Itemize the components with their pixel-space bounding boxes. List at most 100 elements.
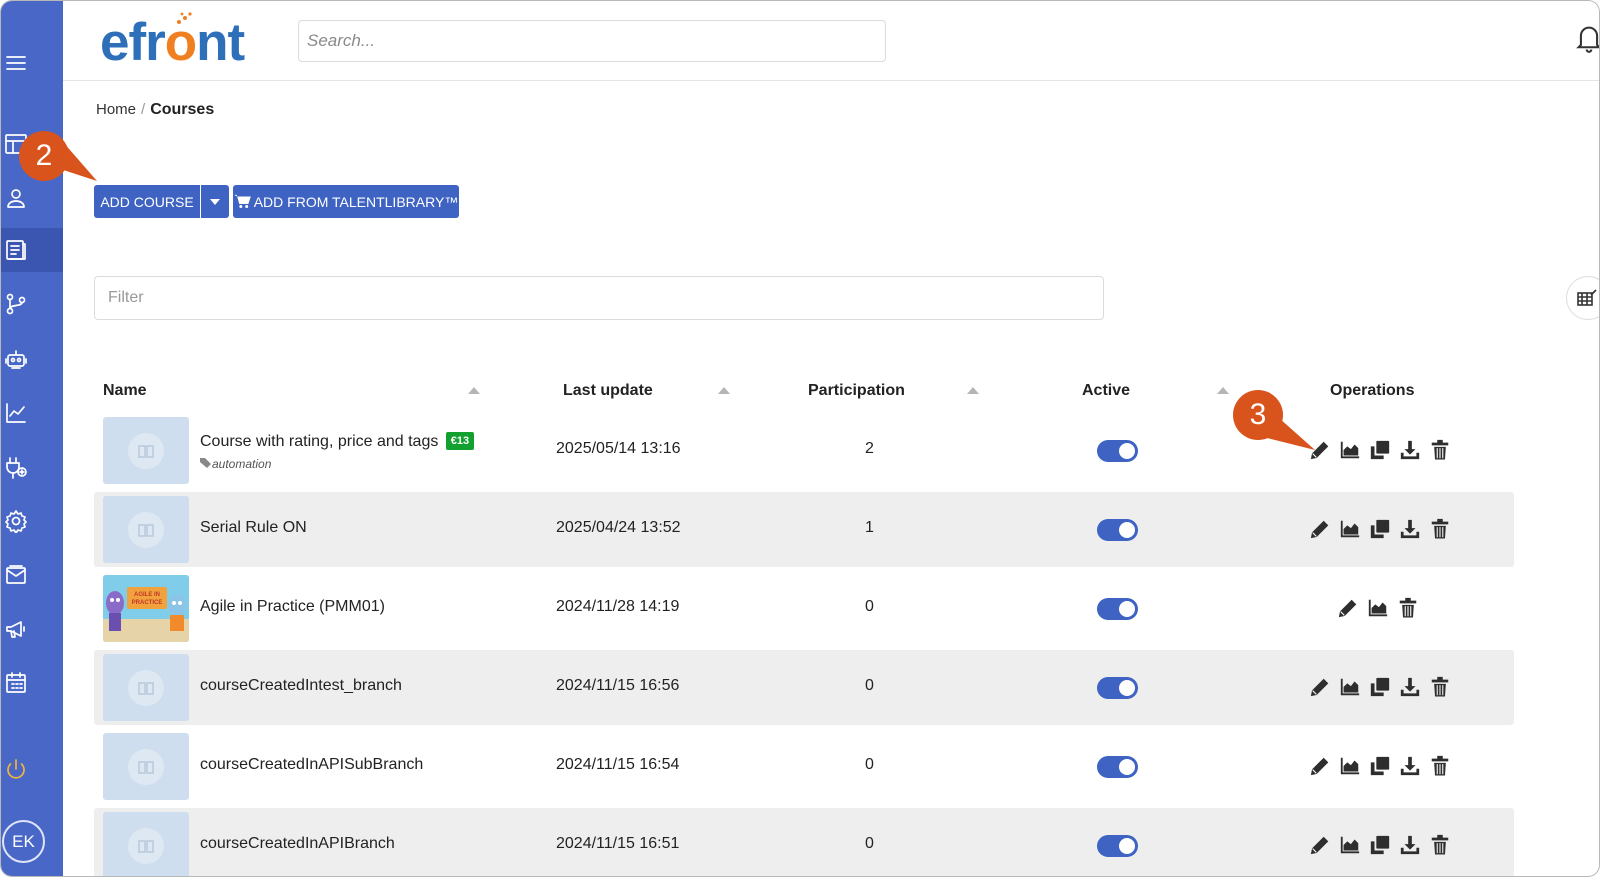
column-header-active[interactable]: Active: [1082, 382, 1130, 400]
active-toggle[interactable]: [1097, 835, 1138, 857]
course-thumbnail[interactable]: [103, 733, 189, 800]
export-button[interactable]: [1398, 515, 1422, 543]
table-row: AGILE IN PRACTICE Agile in Practice (PMM…: [94, 571, 1514, 646]
course-participation: 0: [865, 835, 874, 852]
courses-icon: [6, 240, 26, 260]
edit-button[interactable]: [1308, 515, 1332, 543]
pencil-icon: [1310, 678, 1329, 697]
copy-button[interactable]: [1368, 515, 1392, 543]
sidebar-item-branches[interactable]: [1, 282, 63, 326]
copy-button[interactable]: [1368, 673, 1392, 701]
course-thumbnail[interactable]: [103, 654, 189, 721]
course-name[interactable]: Course with rating, price and tags €13: [200, 432, 475, 451]
course-thumbnail[interactable]: AGILE IN PRACTICE: [103, 575, 189, 642]
delete-button[interactable]: [1428, 515, 1452, 543]
add-course-dropdown-button[interactable]: [201, 185, 229, 218]
course-name[interactable]: Agile in Practice (PMM01): [200, 598, 385, 616]
sort-participation-icon[interactable]: [967, 387, 979, 394]
book-placeholder-icon: [138, 760, 154, 774]
export-button[interactable]: [1398, 673, 1422, 701]
delete-button[interactable]: [1428, 752, 1452, 780]
reports-button[interactable]: [1338, 831, 1362, 859]
logo-text-end: nt: [196, 13, 245, 72]
course-filter-input[interactable]: [94, 276, 1104, 320]
active-toggle[interactable]: [1097, 598, 1138, 620]
column-header-name[interactable]: Name: [103, 382, 147, 400]
sidebar-item-automations[interactable]: [1, 337, 63, 381]
table-columns-toggle[interactable]: [1566, 276, 1599, 320]
copy-button[interactable]: [1368, 436, 1392, 464]
course-tag[interactable]: automation: [200, 457, 271, 471]
agile-course-image: AGILE IN PRACTICE: [103, 575, 189, 642]
notifications-button[interactable]: [1575, 23, 1599, 53]
book-placeholder-icon: [138, 681, 154, 695]
course-thumbnail[interactable]: [103, 812, 189, 876]
global-search-input[interactable]: [298, 20, 886, 62]
sidebar-item-messages[interactable]: [1, 553, 63, 597]
logout-button[interactable]: [1, 747, 63, 791]
copy-button[interactable]: [1368, 752, 1392, 780]
breadcrumb-home[interactable]: Home: [96, 101, 136, 118]
avatar[interactable]: EK: [2, 820, 45, 863]
sidebar-item-calendar[interactable]: [1, 661, 63, 705]
column-header-last-update[interactable]: Last update: [563, 382, 653, 400]
edit-button[interactable]: [1308, 831, 1332, 859]
delete-button[interactable]: [1396, 594, 1420, 622]
course-last-update: 2024/11/15 16:56: [556, 677, 680, 694]
copy-button[interactable]: [1368, 831, 1392, 859]
course-thumbnail[interactable]: [103, 496, 189, 563]
export-button[interactable]: [1398, 831, 1422, 859]
active-toggle[interactable]: [1097, 756, 1138, 778]
course-last-update: 2024/11/28 14:19: [556, 598, 680, 615]
cart-icon: [233, 194, 251, 208]
sort-last-update-icon[interactable]: [718, 387, 730, 394]
table-row: courseCreatedIntest_branch 2024/11/15 16…: [94, 650, 1514, 725]
export-button[interactable]: [1398, 752, 1422, 780]
price-badge: €13: [445, 432, 475, 450]
active-toggle[interactable]: [1097, 440, 1138, 462]
add-from-talentlibrary-button[interactable]: ADD FROM TALENTLIBRARY™: [233, 185, 459, 218]
course-name[interactable]: Serial Rule ON: [200, 519, 307, 537]
menu-toggle-button[interactable]: [1, 41, 63, 85]
delete-button[interactable]: [1428, 436, 1452, 464]
active-toggle[interactable]: [1097, 677, 1138, 699]
column-header-participation[interactable]: Participation: [808, 382, 905, 400]
pencil-icon: [1310, 520, 1329, 539]
course-name[interactable]: courseCreatedIntest_branch: [200, 677, 402, 695]
edit-button[interactable]: [1308, 752, 1332, 780]
sort-name-icon[interactable]: [468, 387, 480, 394]
copy-icon: [1370, 835, 1390, 855]
delete-button[interactable]: [1428, 831, 1452, 859]
announcements-icon: [6, 621, 25, 638]
efront-logo[interactable]: efro nt: [100, 12, 245, 73]
reports-button[interactable]: [1338, 436, 1362, 464]
trash-icon: [1431, 676, 1449, 698]
reports-button[interactable]: [1338, 752, 1362, 780]
reports-button[interactable]: [1338, 673, 1362, 701]
course-name[interactable]: courseCreatedInAPIBranch: [200, 835, 395, 853]
pencil-icon: [1310, 836, 1329, 855]
sort-active-icon[interactable]: [1217, 387, 1229, 394]
sidebar-item-settings[interactable]: [1, 499, 63, 543]
delete-button[interactable]: [1428, 673, 1452, 701]
course-participation: 0: [865, 677, 874, 694]
sidebar-item-announcements[interactable]: [1, 607, 63, 651]
sidebar-item-courses[interactable]: [1, 228, 63, 272]
copy-icon: [1370, 440, 1390, 460]
branches-icon: [6, 293, 26, 315]
breadcrumb-current: Courses: [150, 101, 215, 118]
active-toggle[interactable]: [1097, 519, 1138, 541]
reports-button[interactable]: [1338, 515, 1362, 543]
course-name[interactable]: courseCreatedInAPISubBranch: [200, 756, 423, 774]
tag-icon: [200, 458, 211, 468]
logo-dots-icon: [176, 12, 192, 24]
reports-button[interactable]: [1366, 594, 1390, 622]
copy-icon: [1370, 519, 1390, 539]
export-button[interactable]: [1398, 436, 1422, 464]
edit-button[interactable]: [1308, 673, 1332, 701]
edit-button[interactable]: [1336, 594, 1360, 622]
add-course-button[interactable]: ADD COURSE: [94, 185, 200, 218]
sidebar-item-plugins[interactable]: [1, 446, 63, 490]
sidebar-item-reports[interactable]: [1, 391, 63, 435]
course-thumbnail[interactable]: [103, 417, 189, 484]
